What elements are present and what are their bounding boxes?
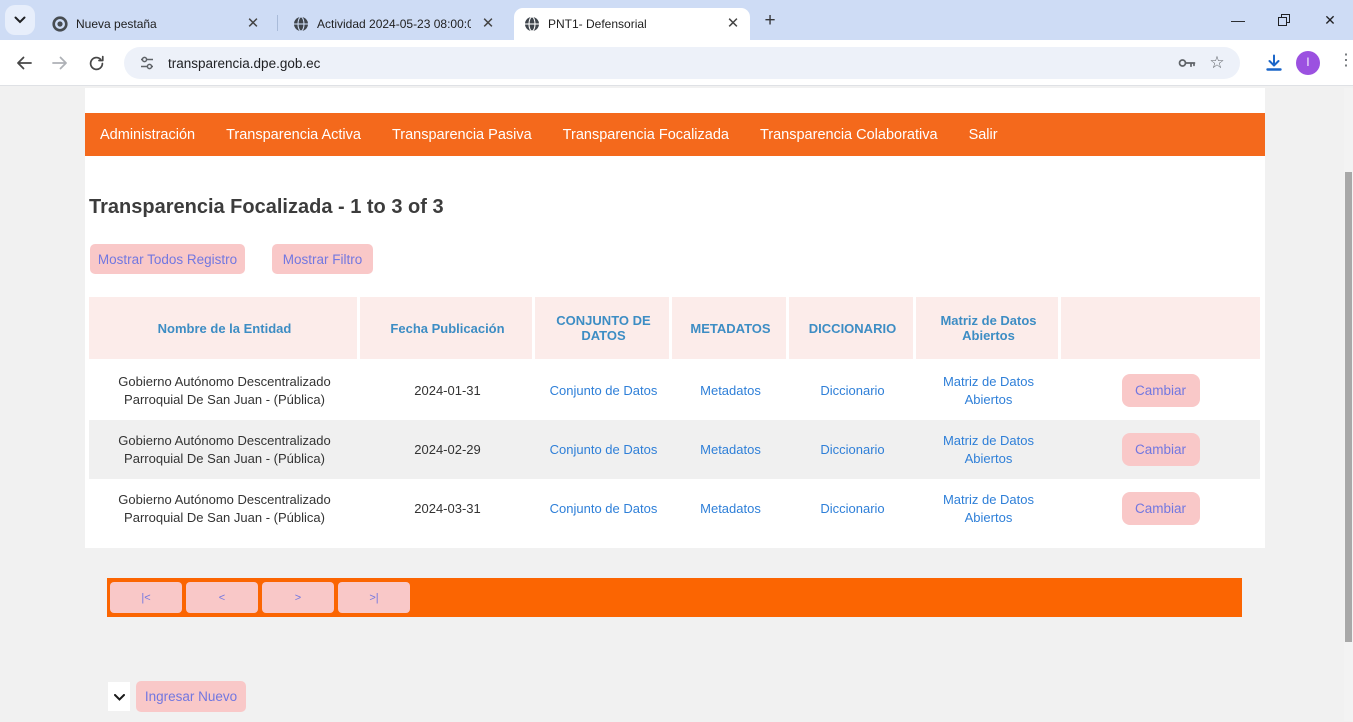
reload-icon[interactable] [84, 51, 108, 75]
open-data-matrix-link[interactable]: Matriz de Datos Abiertos [928, 432, 1049, 467]
header-metadata: METADATOS [672, 297, 789, 359]
dictionary-link[interactable]: Diccionario [820, 382, 884, 400]
scrollbar-thumb[interactable] [1345, 172, 1352, 642]
tab-divider [277, 15, 278, 31]
action-buttons: Mostrar Todos Registro Mostrar Filtro [90, 244, 373, 274]
header-dictionary: DICCIONARIO [789, 297, 916, 359]
dictionary-link[interactable]: Diccionario [820, 441, 884, 459]
nav-transparencia-focalizada[interactable]: Transparencia Focalizada [563, 127, 729, 143]
bookmark-star-icon[interactable]: ☆ [1206, 52, 1228, 74]
previous-page-button[interactable]: < [186, 582, 258, 613]
site-settings-icon[interactable] [136, 52, 158, 74]
metadata-link[interactable]: Metadatos [700, 441, 761, 459]
table-row: Gobierno Autónomo Descentralizado Parroq… [89, 420, 1260, 479]
tab-title: Nueva pestaña [76, 17, 236, 31]
dataset-link[interactable]: Conjunto de Datos [550, 382, 658, 400]
new-record-button[interactable]: Ingresar Nuevo [136, 681, 246, 712]
open-data-matrix-link[interactable]: Matriz de Datos Abiertos [928, 373, 1049, 408]
restore-window-icon[interactable] [1261, 0, 1307, 40]
header-actions [1061, 297, 1260, 359]
browser-toolbar: transparencia.dpe.gob.ec ☆ I ⋮ [0, 40, 1353, 86]
page-title: Transparencia Focalizada - 1 to 3 of 3 [89, 196, 444, 219]
new-tab-button[interactable]: + [758, 9, 782, 33]
metadata-link[interactable]: Metadatos [700, 500, 761, 518]
tab-title: PNT1- Defensorial [548, 17, 716, 31]
table-row: Gobierno Autónomo Descentralizado Parroq… [89, 361, 1260, 420]
close-tab-icon[interactable]: ✕ [479, 15, 497, 33]
back-icon[interactable] [12, 51, 36, 75]
entity-name: Gobierno Autónomo Descentralizado Parroq… [89, 420, 360, 479]
window-controls: — ✕ [1215, 0, 1353, 40]
publication-date: 2024-01-31 [360, 361, 535, 420]
publication-date: 2024-03-31 [360, 479, 535, 538]
dictionary-link[interactable]: Diccionario [820, 500, 884, 518]
metadata-link[interactable]: Metadatos [700, 382, 761, 400]
entity-name: Gobierno Autónomo Descentralizado Parroq… [89, 361, 360, 420]
browser-menu-icon[interactable]: ⋮ [1338, 50, 1353, 70]
chrome-icon [52, 16, 68, 32]
tab-actividad[interactable]: Actividad 2024-05-23 08:00:00 ✕ [283, 8, 505, 40]
dataset-link[interactable]: Conjunto de Datos [550, 500, 658, 518]
password-key-icon[interactable] [1176, 52, 1198, 74]
tab-search-button[interactable] [5, 5, 35, 35]
nav-transparencia-activa[interactable]: Transparencia Activa [226, 127, 361, 143]
change-button[interactable]: Cambiar [1122, 492, 1200, 525]
page-viewport: Administración Transparencia Activa Tran… [0, 86, 1353, 721]
records-dropdown[interactable] [108, 682, 130, 711]
show-filter-button[interactable]: Mostrar Filtro [272, 244, 373, 274]
pagination-bar: |< < > >| [107, 578, 1242, 617]
nav-administracion[interactable]: Administración [100, 127, 195, 143]
close-window-icon[interactable]: ✕ [1307, 0, 1353, 40]
forward-icon[interactable] [48, 51, 72, 75]
chevron-down-icon [114, 688, 125, 706]
table-row: Gobierno Autónomo Descentralizado Parroq… [89, 479, 1260, 538]
show-all-records-button[interactable]: Mostrar Todos Registro [90, 244, 245, 274]
publication-date: 2024-02-29 [360, 420, 535, 479]
site-navbar: Administración Transparencia Activa Tran… [85, 113, 1265, 156]
next-page-button[interactable]: > [262, 582, 334, 613]
last-page-button[interactable]: >| [338, 582, 410, 613]
close-tab-icon[interactable]: ✕ [724, 15, 742, 33]
browser-titlebar: Nueva pestaña ✕ Actividad 2024-05-23 08:… [0, 0, 1353, 40]
address-bar[interactable]: transparencia.dpe.gob.ec ☆ [124, 47, 1240, 79]
download-icon[interactable] [1262, 51, 1286, 75]
profile-avatar[interactable]: I [1296, 51, 1320, 75]
nav-transparencia-colaborativa[interactable]: Transparencia Colaborativa [760, 127, 938, 143]
header-dataset: CONJUNTO DE DATOS [535, 297, 672, 359]
footer-actions: Ingresar Nuevo [108, 681, 246, 712]
minimize-window-icon[interactable]: — [1215, 0, 1261, 40]
nav-salir[interactable]: Salir [969, 127, 998, 143]
tab-nueva-pestana[interactable]: Nueva pestaña ✕ [42, 8, 270, 40]
url-text[interactable]: transparencia.dpe.gob.ec [168, 56, 1176, 71]
table-header-row: Nombre de la Entidad Fecha Publicación C… [89, 297, 1260, 361]
header-entity: Nombre de la Entidad [89, 297, 360, 359]
entity-name: Gobierno Autónomo Descentralizado Parroq… [89, 479, 360, 538]
page-scrollbar[interactable] [1344, 88, 1353, 721]
dataset-link[interactable]: Conjunto de Datos [550, 441, 658, 459]
close-tab-icon[interactable]: ✕ [244, 15, 262, 33]
globe-icon [293, 16, 309, 32]
globe-icon [524, 16, 540, 32]
open-data-matrix-link[interactable]: Matriz de Datos Abiertos [928, 491, 1049, 526]
records-table: Nombre de la Entidad Fecha Publicación C… [89, 297, 1260, 538]
first-page-button[interactable]: |< [110, 582, 182, 613]
header-open-data-matrix: Matriz de Datos Abiertos [916, 297, 1061, 359]
nav-transparencia-pasiva[interactable]: Transparencia Pasiva [392, 127, 532, 143]
tab-pnt1-defensorial[interactable]: PNT1- Defensorial ✕ [514, 8, 750, 40]
change-button[interactable]: Cambiar [1122, 374, 1200, 407]
tab-title: Actividad 2024-05-23 08:00:00 [317, 17, 471, 31]
change-button[interactable]: Cambiar [1122, 433, 1200, 466]
chevron-down-icon [14, 11, 26, 29]
header-date: Fecha Publicación [360, 297, 535, 359]
